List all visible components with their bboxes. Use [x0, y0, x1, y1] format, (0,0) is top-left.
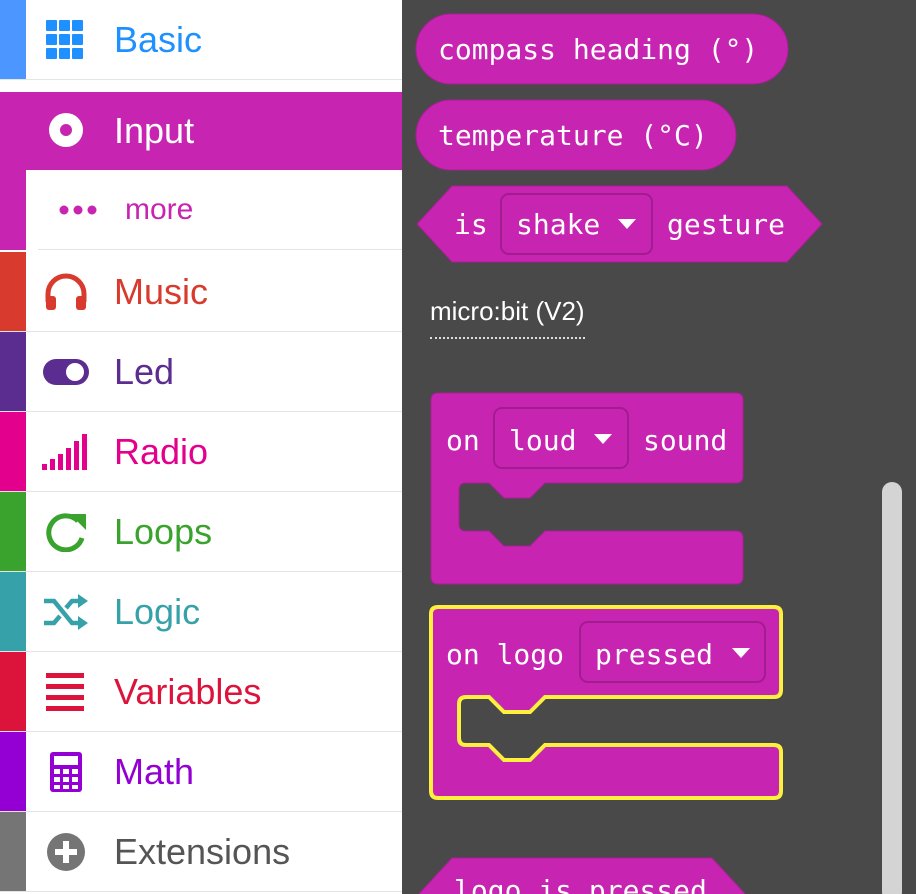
- compass-heading-block[interactable]: compass heading (°): [415, 13, 789, 85]
- category-label: Loops: [114, 511, 213, 552]
- gesture-block[interactable]: is shake gesture: [416, 185, 823, 263]
- category-color-strip: [0, 332, 26, 411]
- category-label: Logic: [114, 591, 201, 632]
- category-color-strip: [0, 0, 26, 79]
- category-color-strip: [0, 572, 26, 651]
- loop-arrow-icon: [46, 513, 86, 552]
- block-label-prefix: on: [446, 424, 480, 457]
- category-label: Music: [114, 271, 209, 312]
- grid-icon: [46, 20, 83, 59]
- category-color-strip: [0, 812, 26, 891]
- toolbox-sidebar: Basic Input more Music Led Radio Loops L…: [0, 0, 402, 894]
- category-label: more: [125, 193, 194, 226]
- category-color-strip: [0, 732, 26, 811]
- category-variables[interactable]: Variables: [0, 652, 402, 732]
- logo-is-pressed-block[interactable]: logo is pressed: [417, 857, 747, 894]
- toggle-icon: [43, 359, 89, 385]
- category-label: Led: [114, 351, 175, 392]
- flyout-scrollbar[interactable]: [882, 482, 902, 894]
- temperature-block[interactable]: temperature (°C): [415, 99, 737, 171]
- category-label: Input: [114, 110, 195, 151]
- category-label: Variables: [114, 671, 262, 712]
- block-flyout: compass heading (°) temperature (°C) is …: [402, 0, 916, 894]
- target-icon: [49, 113, 83, 147]
- calculator-icon: [50, 752, 82, 792]
- block-label: logo is pressed: [454, 874, 707, 894]
- category-color-strip: [0, 412, 26, 491]
- block-label-suffix: gesture: [667, 208, 785, 241]
- category-input-more[interactable]: more: [0, 170, 402, 250]
- category-loops[interactable]: Loops: [0, 492, 402, 572]
- category-basic[interactable]: Basic: [0, 0, 402, 80]
- category-label: Radio: [114, 431, 209, 472]
- ellipsis-icon: [59, 205, 97, 215]
- category-extensions[interactable]: Extensions: [0, 812, 402, 892]
- headphones-icon: [45, 273, 87, 310]
- category-input[interactable]: Input: [0, 92, 402, 170]
- section-label-microbit-v2: micro:bit (V2): [430, 296, 585, 339]
- block-label: compass heading (°): [438, 33, 758, 66]
- category-math[interactable]: Math: [0, 732, 402, 812]
- category-label: Basic: [114, 19, 203, 60]
- block-label: temperature (°C): [438, 119, 708, 152]
- category-led[interactable]: Led: [0, 332, 402, 412]
- block-label-prefix: is: [454, 208, 488, 241]
- block-label-suffix: sound: [643, 424, 727, 457]
- sound-dropdown[interactable]: loud: [493, 407, 629, 469]
- logo-dropdown[interactable]: pressed: [579, 621, 766, 683]
- category-label: Math: [114, 751, 195, 792]
- shuffle-icon: [44, 594, 88, 630]
- category-color-strip: [0, 652, 26, 731]
- dropdown-value: loud: [509, 424, 576, 457]
- category-label: Extensions: [114, 831, 291, 872]
- dropdown-value: shake: [516, 208, 600, 241]
- gesture-dropdown[interactable]: shake: [500, 193, 653, 255]
- on-sound-block[interactable]: on loud sound: [430, 392, 744, 585]
- category-radio[interactable]: Radio: [0, 412, 402, 492]
- signal-bars-icon: [42, 434, 87, 470]
- on-logo-pressed-block[interactable]: on logo pressed: [429, 605, 783, 800]
- category-color-strip: [0, 252, 26, 331]
- block-label-prefix: on logo: [446, 638, 564, 671]
- category-music[interactable]: Music: [0, 252, 402, 332]
- category-color-strip: [0, 492, 26, 571]
- dropdown-value: pressed: [595, 638, 713, 671]
- list-lines-icon: [46, 673, 84, 711]
- category-logic[interactable]: Logic: [0, 572, 402, 652]
- plus-circle-icon: [47, 833, 85, 871]
- flyout-canvas: compass heading (°) temperature (°C) is …: [415, 13, 823, 894]
